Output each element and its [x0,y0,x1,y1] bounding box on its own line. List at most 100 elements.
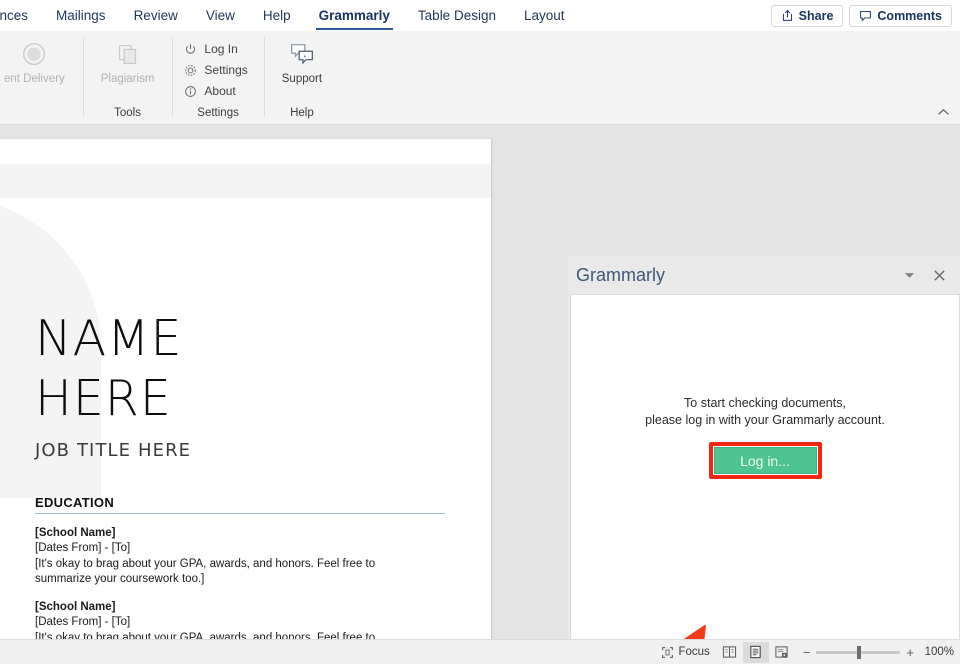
ribbon-groups: ent Delivery Plagiarism Tools Log In Set… [0,31,960,125]
group-body: Support [274,35,330,106]
document-area[interactable]: NAME HERE JOB TITLE HERE EDUCATION [Scho… [0,126,565,639]
about-button[interactable]: About [182,83,253,100]
page-banner [0,164,491,198]
button-label: About [204,84,236,98]
login-prompt-line1: To start checking documents, [684,396,846,410]
school-name: [School Name] [35,600,116,613]
zoom-in-button[interactable]: + [906,646,914,659]
group-body: ent Delivery [0,35,73,120]
task-pane-options-button[interactable] [896,262,922,288]
focus-label: Focus [678,646,710,658]
status-bar: Focus − + 100% [0,639,960,664]
tab-table-design[interactable]: Table Design [404,0,510,31]
log-in-button[interactable]: Log In [182,41,253,58]
tab-label: Table Design [417,8,496,23]
section-divider [35,512,445,514]
tab-label: View [205,8,235,23]
share-icon [782,9,792,21]
resume-name-line2: HERE [35,369,172,427]
resume-name-line1: NAME [35,310,183,367]
document-delivery-icon [23,43,46,66]
zoom-percent-label[interactable]: 100% [922,646,954,658]
web-layout-icon [775,646,788,658]
tab-label: Grammarly [318,8,390,23]
tab-view[interactable]: View [192,0,249,31]
group-body: Log In Settings About [182,35,253,106]
settings-button[interactable]: Settings [182,62,253,79]
school-name: [School Name] [35,526,116,539]
zoom-control: − + [795,645,922,659]
ribbon-group-settings: Log In Settings About Settings [172,31,263,125]
button-label: Settings [204,63,248,77]
settings-command-list: Log In Settings About [182,37,253,100]
power-icon [186,44,196,54]
resume-content: NAME HERE JOB TITLE HERE EDUCATION [Scho… [35,309,445,639]
login-prompt-line2: please log in with your Grammarly accoun… [645,413,885,427]
tab-grammarly[interactable]: Grammarly [305,0,404,31]
task-pane-controls [896,262,960,288]
group-label: Settings [197,107,239,119]
share-label: Share [798,8,834,23]
tab-help[interactable]: Help [249,0,305,31]
group-body: Plagiarism [93,35,163,106]
button-label: Plagiarism [100,73,155,85]
zoom-out-button[interactable]: − [803,646,811,659]
ribbon-group-tools: Plagiarism Tools [82,31,173,125]
status-bar-right: Focus − + 100% [654,640,960,664]
print-layout-button[interactable] [742,641,769,663]
support-button[interactable]: Support [274,37,330,89]
read-mode-button[interactable] [717,642,743,663]
button-label: ent Delivery [4,73,65,85]
education-entry: [School Name] [Dates From] - [To] [It's … [35,600,445,639]
document-delivery-button[interactable]: ent Delivery [0,37,73,89]
info-icon [185,86,197,97]
school-desc-line1: [It's okay to brag about your GPA, award… [35,631,376,639]
titlebar-actions: Share Comments [770,4,960,27]
group-label: Help [290,107,314,119]
button-label: Log In [204,42,238,56]
ribbon-group-document-delivery: ent Delivery [0,31,83,125]
login-highlight-annotation: Log in... [708,442,822,479]
school-desc-line1: [It's okay to brag about your GPA, award… [35,557,376,570]
login-button-wrapper: Log in... [571,442,959,479]
school-dates: [Dates From] - [To] [35,542,131,555]
login-prompt-message: To start checking documents, please log … [571,395,959,429]
task-pane-title: Grammarly [576,264,665,285]
close-icon [933,269,945,281]
tab-label: Review [133,8,178,23]
ribbon-tabstrip: ences Mailings Review View Help Grammarl… [0,0,960,31]
ribbon: ent Delivery Plagiarism Tools Log In Set… [0,31,960,125]
zoom-slider-handle[interactable] [857,645,862,659]
school-dates: [Dates From] - [To] [35,616,131,629]
document-page[interactable]: NAME HERE JOB TITLE HERE EDUCATION [Scho… [0,139,492,639]
section-heading-education: EDUCATION [35,494,115,510]
web-layout-button[interactable] [769,642,795,663]
task-pane-body: To start checking documents, please log … [570,294,960,664]
task-pane-close-button[interactable] [926,262,952,288]
tab-references[interactable]: ences [0,0,42,31]
word-window: ences Mailings Review View Help Grammarl… [0,0,960,664]
focus-mode-button[interactable]: Focus [654,640,716,664]
collapse-ribbon-button[interactable] [932,102,954,122]
tab-review[interactable]: Review [120,0,192,31]
grammarly-task-pane: Grammarly To start checking documents, p… [568,256,960,664]
log-in-button[interactable]: Log in... [713,447,817,474]
chevron-up-icon [937,108,949,115]
zoom-slider[interactable] [816,645,901,659]
plagiarism-icon [118,45,136,65]
tab-layout[interactable]: Layout [510,0,579,31]
task-pane-header: Grammarly [568,256,960,294]
comments-button[interactable]: Comments [849,4,952,27]
tab-label: Mailings [56,8,106,23]
print-layout-icon [750,645,762,659]
tab-mailings[interactable]: Mailings [42,0,120,31]
share-button[interactable]: Share [770,4,844,27]
support-chat-icon [290,44,313,65]
resume-job-title: JOB TITLE HERE [35,439,192,461]
button-label: Support [281,73,323,85]
comment-bubble-icon [860,10,872,22]
ribbon-group-help: Support Help [263,31,340,125]
education-entry: [School Name] [Dates From] - [To] [It's … [35,526,445,588]
workspace: NAME HERE JOB TITLE HERE EDUCATION [Scho… [0,126,960,664]
plagiarism-button[interactable]: Plagiarism [93,37,163,89]
